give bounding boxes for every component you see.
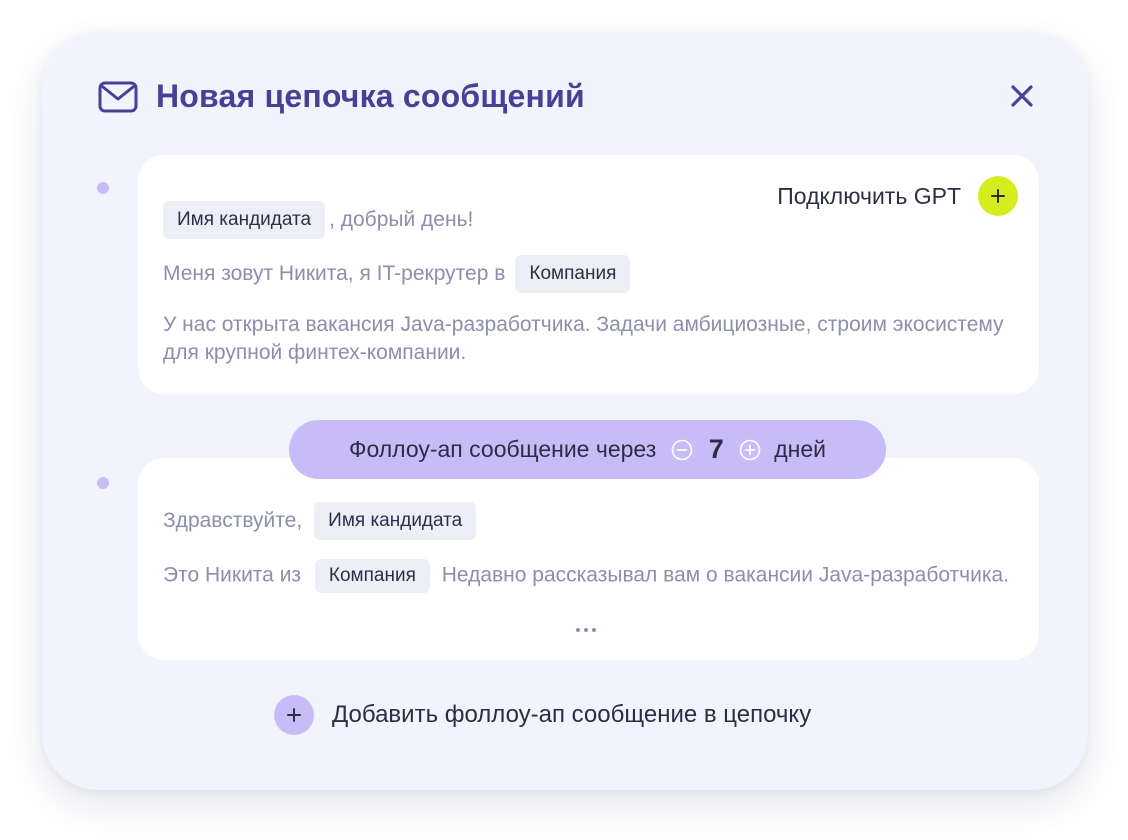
minus-circle-icon [671,439,693,460]
more-icon[interactable] [576,628,596,632]
intro-text: Меня зовут Никита, я IT-рекрутер в [163,262,506,285]
days-count: 7 [708,434,724,464]
plus-icon [274,695,314,735]
add-followup-label: Добавить фоллоу-ап сообщение в цепочку [332,701,812,728]
modal-title: Новая цепочка сообщений [156,78,585,114]
message-line: Здравствуйте, Имя кандидата [163,502,477,540]
message-line: Имя кандидата , добрый день! [163,201,473,239]
greeting-text: Здравствуйте, [163,509,303,532]
close-icon [1011,85,1033,107]
message-body-text: У нас открыта вакансия Java-разработчика… [163,313,1004,364]
followup-delay-control: Фоллоу-ап сообщение через 7 дней [289,420,886,479]
body-prefix: Это Никита из [163,563,302,587]
mail-icon [98,81,138,113]
company-chip[interactable]: Компания [314,559,430,593]
add-followup-button[interactable]: Добавить фоллоу-ап сообщение в цепочку [274,695,811,735]
followup-prefix: Фоллоу-ап сообщение через [348,436,657,462]
message-card-2[interactable]: Здравствуйте, Имя кандидата Это Никита и… [138,458,1039,660]
timeline-dot [97,182,109,194]
increase-days-button[interactable] [738,438,762,462]
body-suffix: Недавно рассказывал вам о вакансии Java-… [441,563,1010,587]
timeline-dot [97,477,109,489]
modal-header: Новая цепочка сообщений [98,78,585,115]
followup-suffix: дней [774,436,827,462]
greeting-text: , добрый день! [329,208,474,231]
decrease-days-button[interactable] [670,438,694,462]
candidate-name-chip[interactable]: Имя кандидата [314,502,477,540]
message-line: Меня зовут Никита, я IT-рекрутер в Компа… [163,255,631,293]
company-chip[interactable]: Компания [515,255,631,293]
close-button[interactable] [1006,80,1038,112]
connect-gpt-button[interactable]: Подключить GPT [777,176,1018,216]
plus-icon[interactable] [978,176,1018,216]
message-card-1[interactable]: Подключить GPT Имя кандидата , добрый де… [138,155,1039,394]
plus-circle-icon [739,439,761,460]
message-chain-modal [42,32,1088,790]
message-body-text: Это Никита из Компания Недавно рассказыв… [163,559,1023,593]
candidate-name-chip[interactable]: Имя кандидата [163,201,326,239]
connect-gpt-label: Подключить GPT [777,182,961,209]
